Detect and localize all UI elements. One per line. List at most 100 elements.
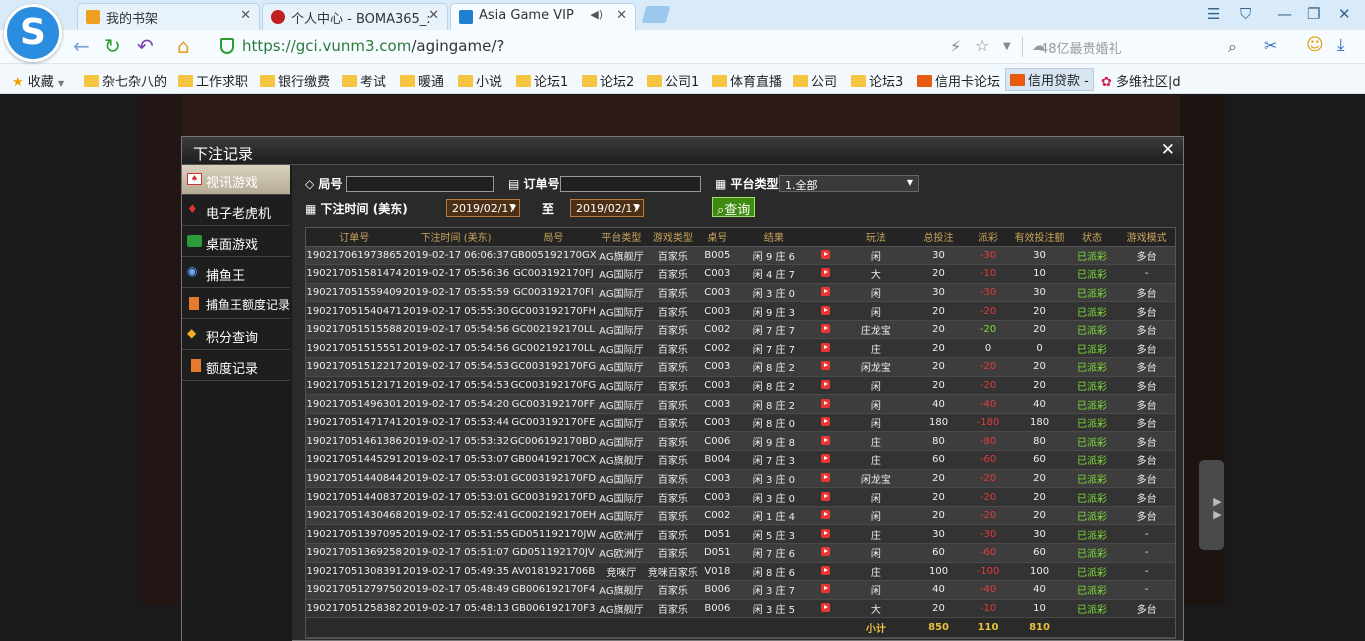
menu-live-games[interactable]: ♠ 视讯游戏	[182, 165, 290, 195]
star-icon[interactable]: ☆	[975, 36, 989, 55]
col-replay	[813, 228, 838, 247]
cell-table-no: C003	[700, 301, 735, 321]
download-icon[interactable]: ⤓	[1337, 35, 1345, 55]
refresh-icon[interactable]: ↻	[104, 34, 121, 58]
menu-icon[interactable]: ☰	[1207, 5, 1220, 23]
menu-table-games[interactable]: 桌面游戏	[182, 227, 290, 257]
bookmark-folder[interactable]: 论坛1	[516, 71, 568, 90]
new-tab-button[interactable]	[641, 6, 671, 23]
round-input[interactable]	[346, 176, 494, 192]
bookmark-folder[interactable]: 杂七杂八的	[84, 71, 167, 90]
bookmark-folder[interactable]: 考试	[342, 71, 386, 90]
home-icon[interactable]: ⌂	[177, 34, 190, 58]
cell-table-no: C002	[700, 320, 735, 340]
play-video-icon[interactable]	[820, 603, 830, 613]
cell-round-no: GC002192170EH	[509, 506, 598, 526]
minimize-icon[interactable]: —	[1277, 5, 1292, 23]
cell-payout: -30	[962, 246, 1014, 266]
bookmark-label: 体育直播	[730, 75, 783, 90]
play-video-icon[interactable]	[820, 510, 830, 520]
play-video-icon[interactable]	[820, 528, 830, 538]
cell-payout: -60	[962, 543, 1014, 563]
cell-game-mode: 多台	[1118, 246, 1175, 266]
bookmark-folder[interactable]: 公司	[793, 71, 837, 90]
bookmark-folder[interactable]: 小说	[458, 71, 502, 90]
bookmark-folder[interactable]: 体育直播	[712, 71, 782, 90]
lightning-icon[interactable]: ⚡	[950, 37, 961, 56]
cell-replay	[813, 264, 838, 284]
chevron-down-icon[interactable]: ▼	[1003, 41, 1011, 52]
speaker-icon[interactable]: ◀)	[590, 8, 603, 21]
platform-select[interactable]: 1.全部 ▼	[779, 175, 919, 192]
play-video-icon[interactable]	[820, 491, 830, 501]
cell-bet-time: 2019-02-17 05:51:55	[402, 524, 510, 544]
play-video-icon[interactable]	[820, 249, 830, 259]
play-video-icon[interactable]	[820, 472, 830, 482]
cell-bet-time: 2019-02-17 05:54:53	[402, 376, 510, 396]
play-video-icon[interactable]	[820, 286, 830, 296]
tab-bookshelf[interactable]: 我的书架 ✕	[77, 3, 260, 30]
bookmark-folder[interactable]: 银行缴费	[260, 71, 330, 90]
play-video-icon[interactable]	[820, 435, 830, 445]
play-video-icon[interactable]	[820, 547, 830, 557]
maximize-icon[interactable]: ❐	[1307, 5, 1320, 23]
close-icon[interactable]: ✕	[428, 8, 439, 23]
bookmark-community[interactable]: ✿ 多维社区|d	[1101, 71, 1181, 90]
search-icon[interactable]: ⌕	[1228, 37, 1237, 57]
close-icon[interactable]: ✕	[616, 8, 627, 23]
play-video-icon[interactable]	[820, 305, 830, 315]
address-bar[interactable]: https://gci.vunm3.com/agingame/?	[242, 37, 504, 55]
menu-points[interactable]: ◆ 积分查询	[182, 320, 290, 350]
bookmark-folder[interactable]: 论坛3	[851, 71, 903, 90]
menu-credit-record[interactable]: 额度记录	[182, 351, 290, 381]
close-icon[interactable]: ✕	[240, 8, 251, 23]
play-video-icon[interactable]	[820, 361, 830, 371]
side-drawer-handle[interactable]: ▶▶	[1199, 460, 1224, 550]
order-input[interactable]	[560, 176, 701, 192]
menu-fishing-credit[interactable]: 捕鱼王额度记录	[182, 289, 290, 319]
tab-asia-game[interactable]: Asia Game VIP ◀) ✕	[450, 3, 636, 30]
cell-platform: AG旗舰厅	[597, 246, 646, 266]
cell-game-mode: -	[1118, 580, 1175, 600]
col-play-type: 玩法	[837, 228, 915, 247]
play-video-icon[interactable]	[820, 584, 830, 594]
skin-icon[interactable]: ⛉	[1240, 5, 1251, 23]
bookmark-favorites[interactable]: ★ 收藏 ▼	[12, 71, 64, 90]
date-to-picker[interactable]: 2019/02/17 ▼	[570, 199, 644, 217]
play-video-icon[interactable]	[820, 379, 830, 389]
play-video-icon[interactable]	[820, 565, 830, 575]
cell-game-mode: 多台	[1118, 283, 1175, 303]
close-window-icon[interactable]: ✕	[1338, 5, 1351, 23]
bookmark-folder[interactable]: 论坛2	[582, 71, 634, 90]
play-video-icon[interactable]	[820, 324, 830, 334]
undo-icon[interactable]: ↶	[137, 34, 154, 58]
cell-replay	[813, 487, 838, 507]
query-button[interactable]: ⌕查询	[712, 197, 756, 218]
game-top-panel	[182, 95, 1180, 137]
date-from-picker[interactable]: 2019/02/17 ▼	[446, 199, 520, 217]
bookmark-credit-loan[interactable]: 信用贷款 -	[1005, 68, 1094, 91]
bookmark-credit-forum[interactable]: 信用卡论坛	[917, 71, 1000, 90]
cell-platform: AG国际厅	[597, 394, 646, 414]
search-input[interactable]: 48亿最贵婚礼	[1040, 38, 1122, 57]
play-video-icon[interactable]	[820, 454, 830, 464]
cell-replay	[813, 562, 838, 582]
play-video-icon[interactable]	[820, 398, 830, 408]
col-table-no: 桌号	[700, 228, 735, 247]
back-icon[interactable]: ←	[73, 34, 90, 58]
tab-personal-center[interactable]: 个人中心 - BOMA365_: ✕	[262, 3, 448, 30]
bookmark-folder[interactable]: 公司1	[647, 71, 699, 90]
play-video-icon[interactable]	[820, 342, 830, 352]
scissors-icon[interactable]: ✂	[1264, 36, 1277, 55]
smiley-icon[interactable]: ☺	[1306, 35, 1324, 55]
bookmark-folder[interactable]: 工作求职	[178, 71, 248, 90]
play-video-icon[interactable]	[820, 268, 830, 278]
modal-sidebar: ♠ 视讯游戏 ♦ 电子老虎机 桌面游戏 ◉ 捕鱼王 捕鱼王额度记录 ◆ 积分查询…	[182, 165, 292, 641]
bookmark-folder[interactable]: 暖通	[400, 71, 444, 90]
menu-fishing-king[interactable]: ◉ 捕鱼王	[182, 258, 290, 288]
menu-slot-machine[interactable]: ♦ 电子老虎机	[182, 196, 290, 226]
close-icon[interactable]: ✕	[1161, 140, 1175, 160]
col-status: 状态	[1065, 228, 1119, 247]
cell-round-no: GD051192170JV	[509, 543, 598, 563]
play-video-icon[interactable]	[820, 417, 830, 427]
